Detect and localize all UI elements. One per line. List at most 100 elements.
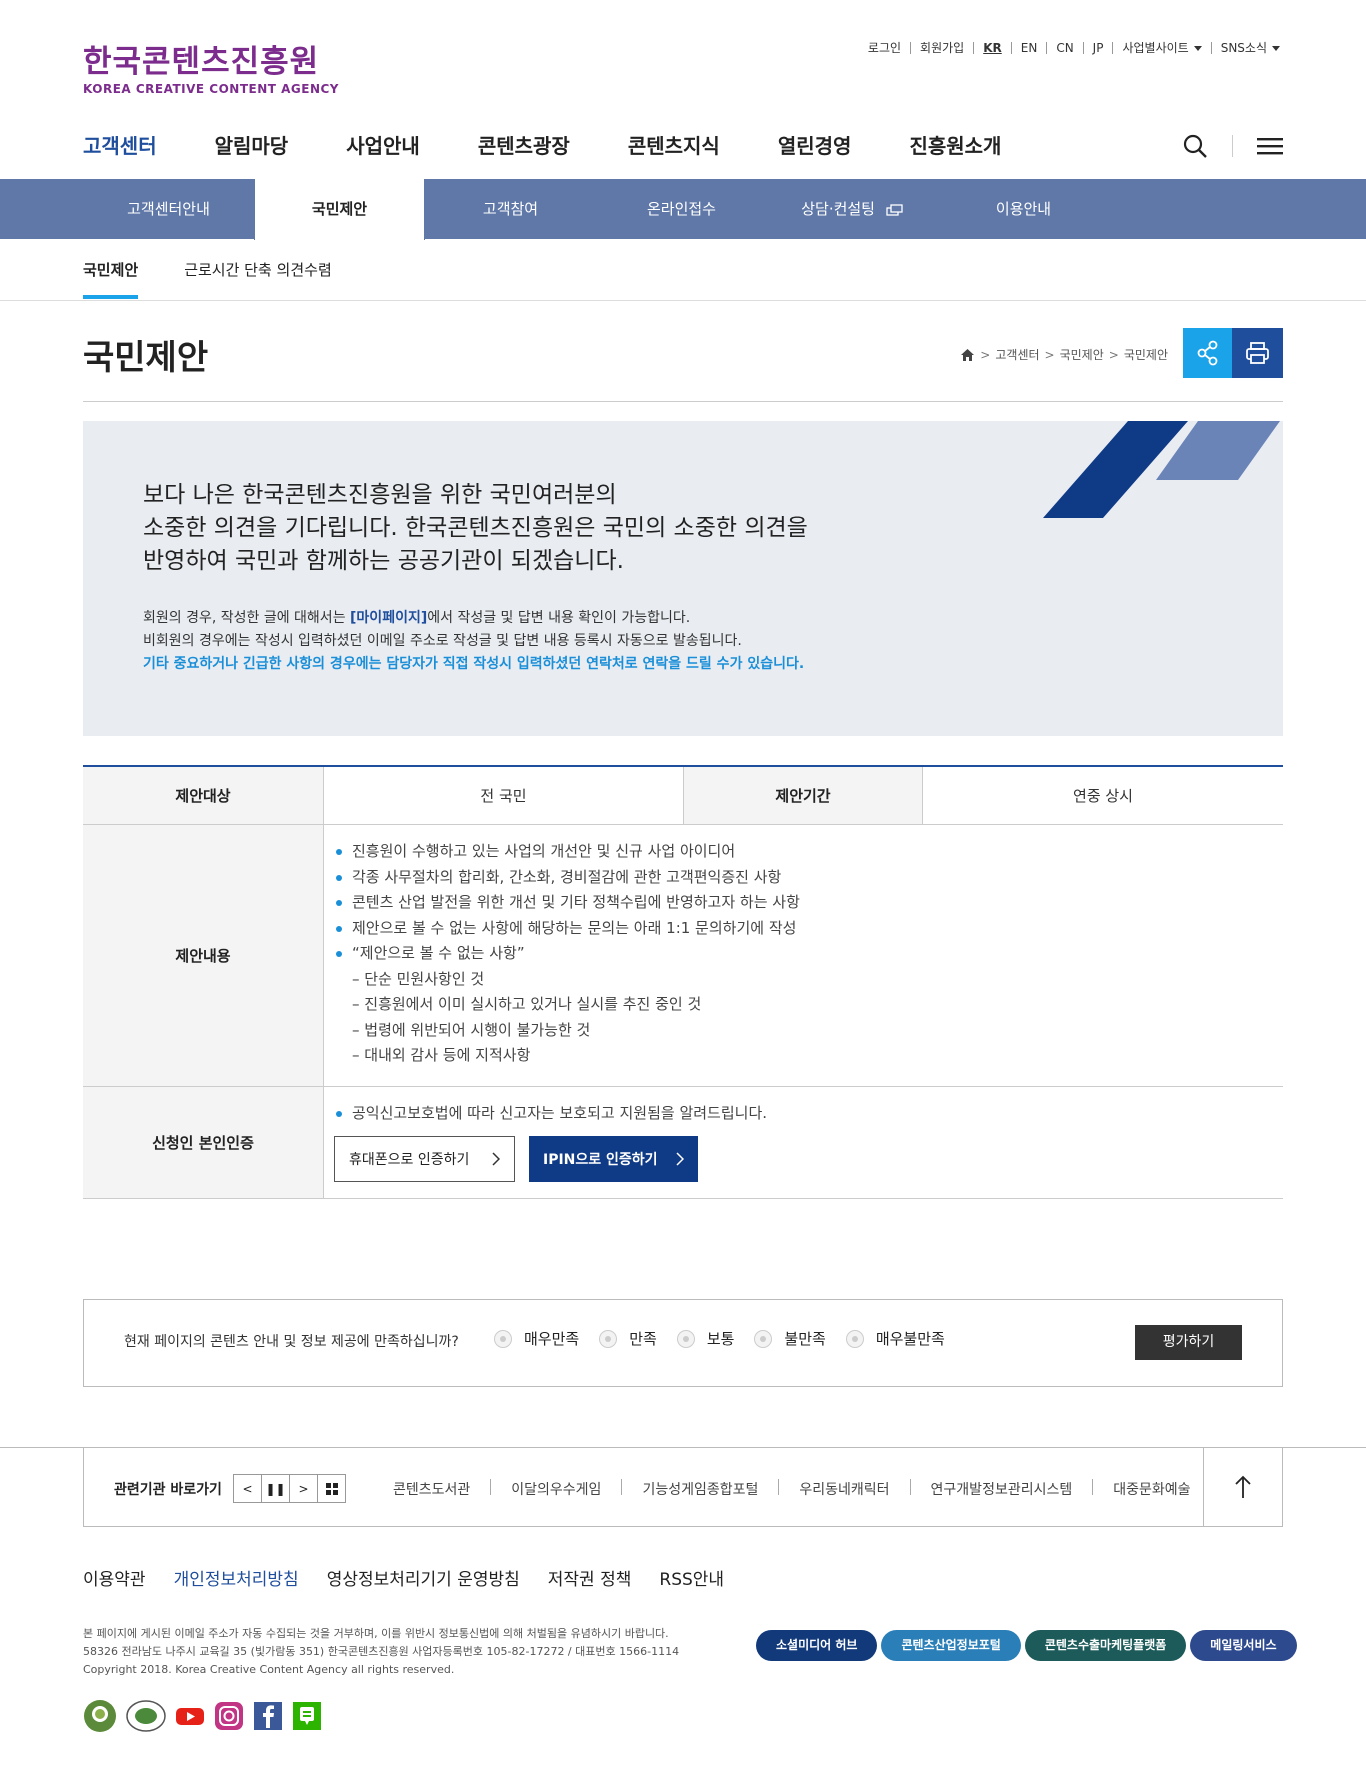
instagram-icon[interactable] bbox=[214, 1701, 244, 1731]
sns-dropdown[interactable]: SNS소식 bbox=[1221, 39, 1280, 56]
tab-work-hours-opinion[interactable]: 근로시간 단축 의견수렴 bbox=[184, 239, 332, 301]
note-nonmember: 비회원의 경우에는 작성시 입력하셨던 이메일 주소로 작성글 및 답변 내용 … bbox=[143, 633, 742, 649]
footer-copyright-link[interactable]: 저작권 정책 bbox=[548, 1565, 632, 1590]
divider bbox=[83, 401, 1283, 402]
gnb-customer-center[interactable]: 고객센터 bbox=[83, 130, 157, 159]
lang-jp[interactable]: JP bbox=[1093, 41, 1104, 55]
list-item: 공익신고보호법에 따라 신고자는 보호되고 지원됨을 알려드립니다. bbox=[334, 1101, 1283, 1127]
related-sites-links: 콘텐츠도서관 이달의우수게임 기능성게임종합포털 우리동네캐릭터 연구개발정보관… bbox=[393, 1479, 1191, 1499]
search-icon[interactable] bbox=[1182, 133, 1208, 159]
print-icon bbox=[1246, 342, 1269, 364]
lang-en[interactable]: EN bbox=[1021, 41, 1038, 55]
snb-online-receipt[interactable]: 온라인접수 bbox=[596, 179, 767, 239]
business-sites-dropdown[interactable]: 사업별사이트 bbox=[1122, 39, 1202, 56]
share-button[interactable] bbox=[1183, 328, 1232, 378]
grid-icon[interactable] bbox=[317, 1474, 346, 1503]
home-icon[interactable] bbox=[960, 348, 975, 362]
chevron-right-icon bbox=[676, 1151, 684, 1166]
content-tabs: 국민제안 근로시간 단축 의견수렴 bbox=[83, 239, 378, 301]
gnb-open-management[interactable]: 열린경영 bbox=[778, 130, 852, 159]
survey-option-unsatisfied[interactable]: 불만족 bbox=[754, 1328, 826, 1349]
related-link[interactable]: 대중문화예술 bbox=[1113, 1479, 1190, 1499]
join-link[interactable]: 회원가입 bbox=[920, 39, 964, 56]
intro-notes: 회원의 경우, 작성한 글에 대해서는 [마이페이지]에서 작성글 및 답변 내… bbox=[143, 607, 804, 676]
ipin-auth-button[interactable]: IPIN으로 인증하기 bbox=[529, 1135, 698, 1182]
footer-privacy-link[interactable]: 개인정보처리방침 bbox=[174, 1565, 299, 1590]
footer-rss-link[interactable]: RSS안내 bbox=[659, 1565, 724, 1590]
survey-option-very-satisfied[interactable]: 매우만족 bbox=[494, 1328, 579, 1349]
menu-icon[interactable] bbox=[1257, 136, 1283, 156]
gnb-content-knowledge[interactable]: 콘텐츠지식 bbox=[628, 130, 720, 159]
scroll-top-button[interactable] bbox=[1203, 1447, 1282, 1526]
intro-message: 보다 나은 한국콘텐츠진흥원을 위한 국민여러분의 소중한 의견을 기다립니다.… bbox=[143, 482, 808, 574]
divider bbox=[1232, 135, 1233, 157]
share-icon bbox=[1197, 340, 1218, 366]
radio-button[interactable] bbox=[676, 1329, 695, 1348]
period-value: 연중 상시 bbox=[1073, 787, 1133, 805]
youtube-icon[interactable] bbox=[175, 1701, 205, 1731]
export-marketing-button[interactable]: 콘텐츠수출마케팅플랫폼 bbox=[1024, 1630, 1187, 1661]
prev-icon[interactable]: < bbox=[233, 1474, 262, 1503]
login-link[interactable]: 로그인 bbox=[868, 39, 901, 56]
snb-participation[interactable]: 고객참여 bbox=[425, 179, 596, 239]
blog-icon[interactable] bbox=[292, 1701, 322, 1731]
list-subitem: – 법령에 위반되어 시행이 불가능한 것 bbox=[352, 1020, 591, 1039]
phone-auth-button[interactable]: 휴대폰으로 인증하기 bbox=[334, 1135, 515, 1182]
list-item: 제안으로 볼 수 없는 사항에 해당하는 문의는 아래 1:1 문의하기에 작성 bbox=[334, 916, 1283, 942]
snb-customer-guide[interactable]: 고객센터안내 bbox=[83, 179, 254, 239]
lang-cn[interactable]: CN bbox=[1056, 41, 1073, 55]
footer-terms-link[interactable]: 이용약관 bbox=[83, 1565, 146, 1590]
related-link[interactable]: 우리동네캐릭터 bbox=[799, 1479, 889, 1499]
survey-option-neutral[interactable]: 보통 bbox=[676, 1328, 734, 1349]
intro-box: 보다 나은 한국콘텐츠진흥원을 위한 국민여러분의 소중한 의견을 기다립니다.… bbox=[83, 421, 1283, 736]
footer-links: 이용약관 개인정보처리방침 영상정보처리기기 운영방침 저작권 정책 RSS안내 bbox=[83, 1565, 752, 1590]
related-sites-label: 관련기관 바로가기 bbox=[114, 1482, 222, 1498]
breadcrumb-item[interactable]: 국민제안 bbox=[1060, 346, 1104, 363]
survey-option-very-unsatisfied[interactable]: 매우불만족 bbox=[845, 1328, 945, 1349]
gnb-notice[interactable]: 알림마당 bbox=[215, 130, 289, 159]
footer-badges bbox=[83, 1699, 331, 1733]
logo[interactable]: 한국콘텐츠진흥원 KOREA CREATIVE CONTENT AGENCY bbox=[83, 44, 339, 96]
proposal-info-table: 제안대상 전 국민 제안기간 연중 상시 제안내용 진흥원이 수행하고 있는 사… bbox=[83, 765, 1283, 1199]
related-link[interactable]: 콘텐츠도서관 bbox=[393, 1479, 470, 1499]
divider bbox=[0, 300, 1366, 301]
related-link[interactable]: 기능성게임종합포털 bbox=[642, 1479, 758, 1499]
related-sites-bar: 관련기관 바로가기 < ❚❚ > 콘텐츠도서관 이달의우수게임 기능성게임종합포… bbox=[83, 1447, 1283, 1527]
facebook-icon[interactable] bbox=[253, 1701, 283, 1731]
list-item: 각종 사무절차의 합리화, 간소화, 경비절감에 관한 고객편익증진 사항 bbox=[334, 865, 1283, 891]
pause-icon[interactable]: ❚❚ bbox=[261, 1474, 290, 1503]
radio-button[interactable] bbox=[754, 1329, 773, 1348]
social-media-hub-button[interactable]: 소셜미디어 허브 bbox=[756, 1630, 878, 1661]
snb-usage-guide[interactable]: 이용안내 bbox=[938, 179, 1109, 239]
snb-consulting[interactable]: 상담·컨설팅 bbox=[767, 179, 938, 239]
next-icon[interactable]: > bbox=[289, 1474, 318, 1503]
radio-button[interactable] bbox=[494, 1329, 512, 1348]
tab-public-proposal[interactable]: 국민제안 bbox=[83, 239, 139, 301]
mailing-service-button[interactable]: 메일링서비스 bbox=[1190, 1630, 1297, 1661]
breadcrumb-item[interactable]: 고객센터 bbox=[995, 346, 1039, 363]
gnb-about[interactable]: 진흥원소개 bbox=[909, 130, 1001, 159]
mypage-link[interactable]: [마이페이지] bbox=[350, 610, 427, 626]
gnb-business[interactable]: 사업안내 bbox=[346, 130, 420, 159]
radio-button[interactable] bbox=[599, 1329, 618, 1348]
breadcrumb-item[interactable]: 국민제안 bbox=[1124, 346, 1168, 363]
survey-submit-button[interactable]: 평가하기 bbox=[1135, 1325, 1242, 1360]
print-button[interactable] bbox=[1232, 328, 1283, 378]
content-industry-portal-button[interactable]: 콘텐츠산업정보포털 bbox=[881, 1630, 1021, 1661]
target-label: 제안대상 bbox=[83, 767, 324, 824]
footer-cctv-link[interactable]: 영상정보처리기기 운영방침 bbox=[327, 1565, 520, 1590]
survey-question: 현재 페이지의 콘텐츠 안내 및 정보 제공에 만족하십니까? bbox=[124, 1334, 459, 1350]
list-item: “제안으로 볼 수 없는 사항” bbox=[334, 941, 1283, 967]
web-accessibility-badge-icon[interactable] bbox=[126, 1699, 166, 1733]
list-subitem: – 단순 민원사항인 것 bbox=[352, 969, 485, 988]
lang-kr[interactable]: KR bbox=[983, 41, 1002, 55]
snb-public-proposal[interactable]: 국민제안 bbox=[254, 179, 425, 240]
related-link[interactable]: 이달의우수게임 bbox=[511, 1479, 601, 1499]
survey-option-satisfied[interactable]: 만족 bbox=[599, 1328, 657, 1349]
list-subitem: – 대내외 감사 등에 지적사항 bbox=[352, 1046, 531, 1064]
certification-badge-icon[interactable] bbox=[83, 1699, 117, 1733]
gnb-content-plaza[interactable]: 콘텐츠광장 bbox=[478, 130, 570, 159]
related-link[interactable]: 연구개발정보관리시스템 bbox=[931, 1479, 1073, 1499]
decorative-graphic bbox=[1043, 421, 1280, 518]
radio-button[interactable] bbox=[845, 1329, 864, 1348]
